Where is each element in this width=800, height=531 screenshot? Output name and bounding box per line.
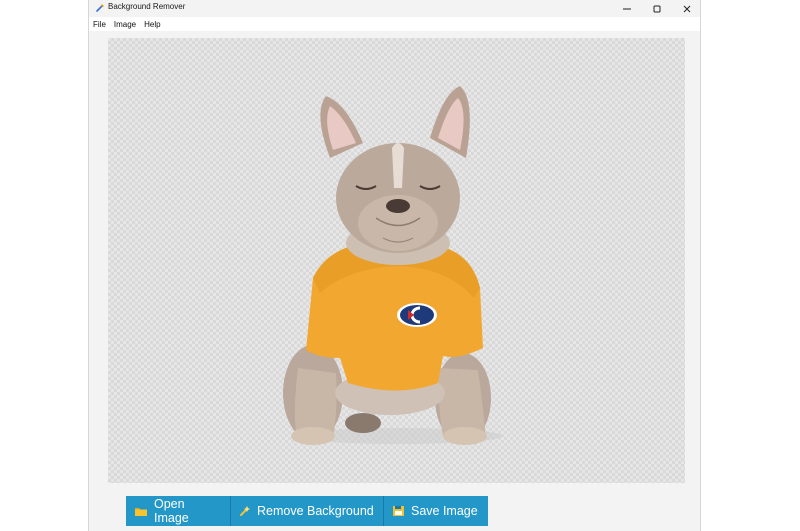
open-image-label: Open Image (154, 497, 189, 525)
app-icon (96, 4, 104, 12)
open-image-button[interactable]: Open Image (126, 496, 231, 526)
save-image-button[interactable]: Save Image (384, 496, 488, 526)
action-toolbar: Open Image Remove Background Save Image (126, 496, 488, 526)
minimize-button[interactable] (612, 0, 642, 17)
title-bar[interactable]: Background Remover (89, 0, 700, 17)
app-window: Background Remover File Image Help (88, 0, 701, 531)
minimize-icon (623, 8, 631, 9)
menu-bar: File Image Help (89, 17, 700, 31)
remove-background-label: Remove Background (257, 504, 374, 518)
close-button[interactable] (672, 0, 702, 17)
save-image-label: Save Image (411, 504, 478, 518)
remove-background-button[interactable]: Remove Background (231, 496, 384, 526)
maximize-button[interactable] (642, 0, 672, 17)
dog-image (283, 86, 503, 445)
menu-image[interactable]: Image (110, 20, 140, 29)
image-canvas[interactable] (108, 38, 685, 483)
magic-wand-icon (239, 505, 251, 517)
window-title: Background Remover (108, 2, 186, 11)
menu-file[interactable]: File (89, 20, 110, 29)
folder-icon (134, 505, 148, 517)
save-icon (392, 505, 405, 517)
maximize-icon (653, 5, 661, 12)
menu-help[interactable]: Help (140, 20, 164, 29)
close-icon (683, 5, 691, 12)
